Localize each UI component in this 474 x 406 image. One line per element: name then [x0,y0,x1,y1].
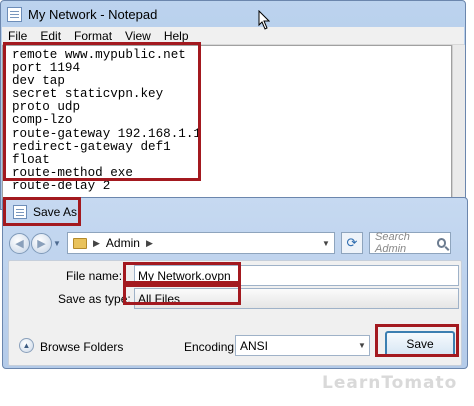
text-editor[interactable]: remote www.mypublic.net port 1194 dev ta… [2,45,452,207]
breadcrumb-admin[interactable]: Admin [106,236,140,250]
breadcrumb-separator-icon[interactable]: ▶ [93,238,100,249]
notepad-app-icon [7,6,22,22]
address-bar[interactable]: ▶ Admin ▶ ▼ [67,232,335,254]
navigation-bar: ◀ ▶ ▼ ▶ Admin ▶ ▼ ⟳ Search Admin [9,231,463,255]
refresh-icon[interactable]: ⟳ [341,232,363,254]
editor-content: remote www.mypublic.net port 1194 dev ta… [12,48,201,193]
menu-help[interactable]: Help [164,29,189,43]
dialog-app-icon [13,205,27,219]
notepad-title: My Network - Notepad [28,6,158,22]
dialog-title: Save As [33,205,78,219]
vertical-scrollbar[interactable] [452,45,465,207]
dialog-titlebar[interactable]: Save As [3,198,467,226]
menu-view[interactable]: View [125,29,151,43]
encoding-select[interactable]: ANSI ▼ [235,335,370,356]
save-button[interactable]: Save [385,331,455,357]
watermark: LearnTomato [322,373,458,393]
encoding-value: ANSI [240,338,269,353]
back-arrow-icon[interactable]: ◀ [9,232,30,254]
chevron-up-icon[interactable]: ▲ [19,338,34,353]
search-icon[interactable] [436,238,446,248]
chevron-down-icon[interactable]: ▼ [355,341,369,350]
folder-icon [73,237,87,249]
save-as-dialog: Save As ◀ ▶ ▼ ▶ Admin ▶ ▼ ⟳ Search Admin… [2,197,468,369]
breadcrumb-separator-icon[interactable]: ▶ [146,238,153,249]
menu-format[interactable]: Format [74,29,112,43]
mouse-cursor-icon [258,10,270,30]
forward-arrow-icon[interactable]: ▶ [31,232,52,254]
save-type-select[interactable]: All Files [134,288,459,309]
menu-bar: File Edit Format View Help [2,27,464,45]
file-name-label: File name: [66,269,123,283]
file-name-input[interactable]: My Network.ovpn [134,265,459,286]
search-input[interactable]: Search Admin [369,231,451,255]
encoding-label: Encoding: [184,340,238,354]
menu-edit[interactable]: Edit [40,29,61,43]
save-form: File name: My Network.ovpn Save as type:… [8,260,462,366]
save-type-label: Save as type: [58,292,131,306]
notepad-titlebar[interactable]: My Network - Notepad [1,1,465,27]
notepad-window: My Network - Notepad File Edit Format Vi… [0,0,466,210]
search-placeholder: Search Admin [375,231,410,255]
browse-folders-link[interactable]: Browse Folders [40,340,123,354]
chevron-down-icon[interactable]: ▼ [53,239,63,248]
address-dropdown-icon[interactable]: ▼ [318,239,334,248]
menu-file[interactable]: File [8,29,27,43]
